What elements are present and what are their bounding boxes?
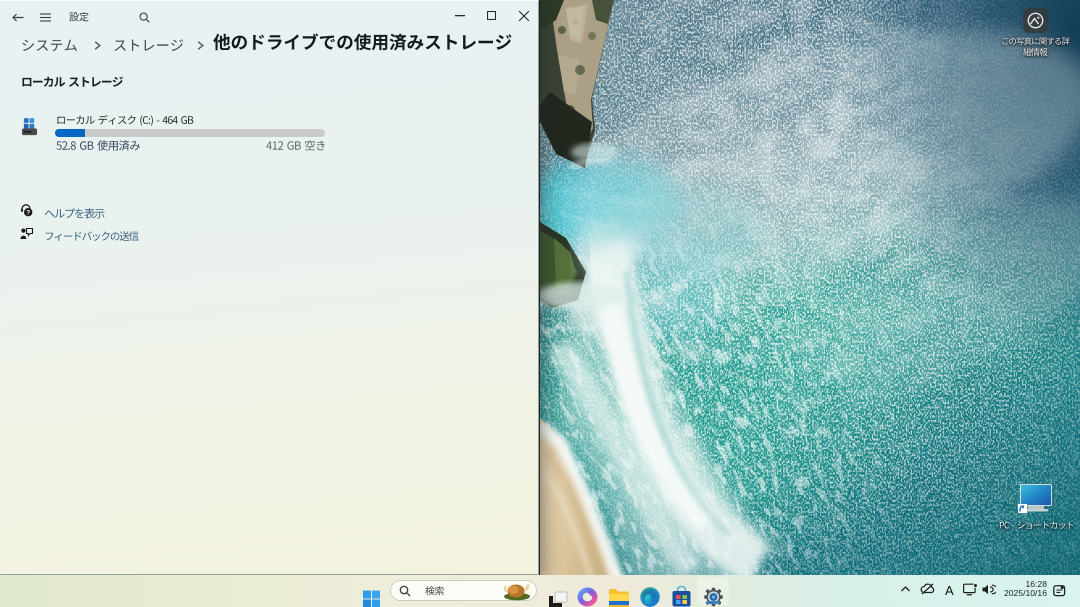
svg-text:?: ? — [26, 210, 30, 217]
